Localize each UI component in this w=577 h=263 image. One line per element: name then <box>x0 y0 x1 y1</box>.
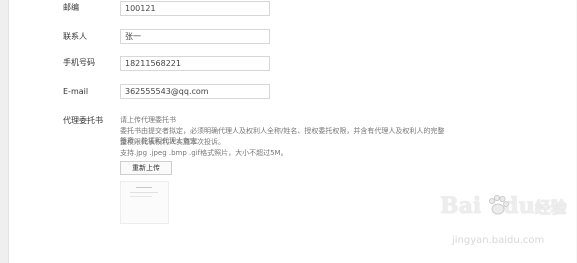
upload-format-note: 支持.jpg .jpeg .bmp .gif格式照片，大小不超过5M。 <box>120 149 288 157</box>
proxy-label: 代理委托书 <box>63 116 103 125</box>
reupload-button[interactable]: 重新上传 <box>120 161 172 175</box>
upload-instruction: 请上传代理委托书 <box>120 116 176 124</box>
mobile-input[interactable]: 18211568221 <box>120 56 270 71</box>
postcode-label: 邮编 <box>63 3 79 12</box>
baidu-jingyan-watermark: Bai du经验 jingyan.baidu.com <box>440 193 570 258</box>
uploaded-document-thumbnail[interactable] <box>120 181 169 224</box>
upload-requirement-line2: 整权限代表权利人实施本次投诉。 <box>120 138 225 146</box>
contact-input[interactable]: 张一 <box>120 29 270 44</box>
paw-icon <box>489 195 509 215</box>
mobile-label: 手机号码 <box>63 58 95 67</box>
left-border <box>0 0 9 263</box>
contact-label: 联系人 <box>63 32 87 41</box>
watermark-url: jingyan.baidu.com <box>452 235 545 246</box>
email-input[interactable]: 362555543@qq.com <box>120 84 270 99</box>
postcode-input[interactable]: 100121 <box>120 1 270 16</box>
email-label: E-mail <box>63 87 89 96</box>
